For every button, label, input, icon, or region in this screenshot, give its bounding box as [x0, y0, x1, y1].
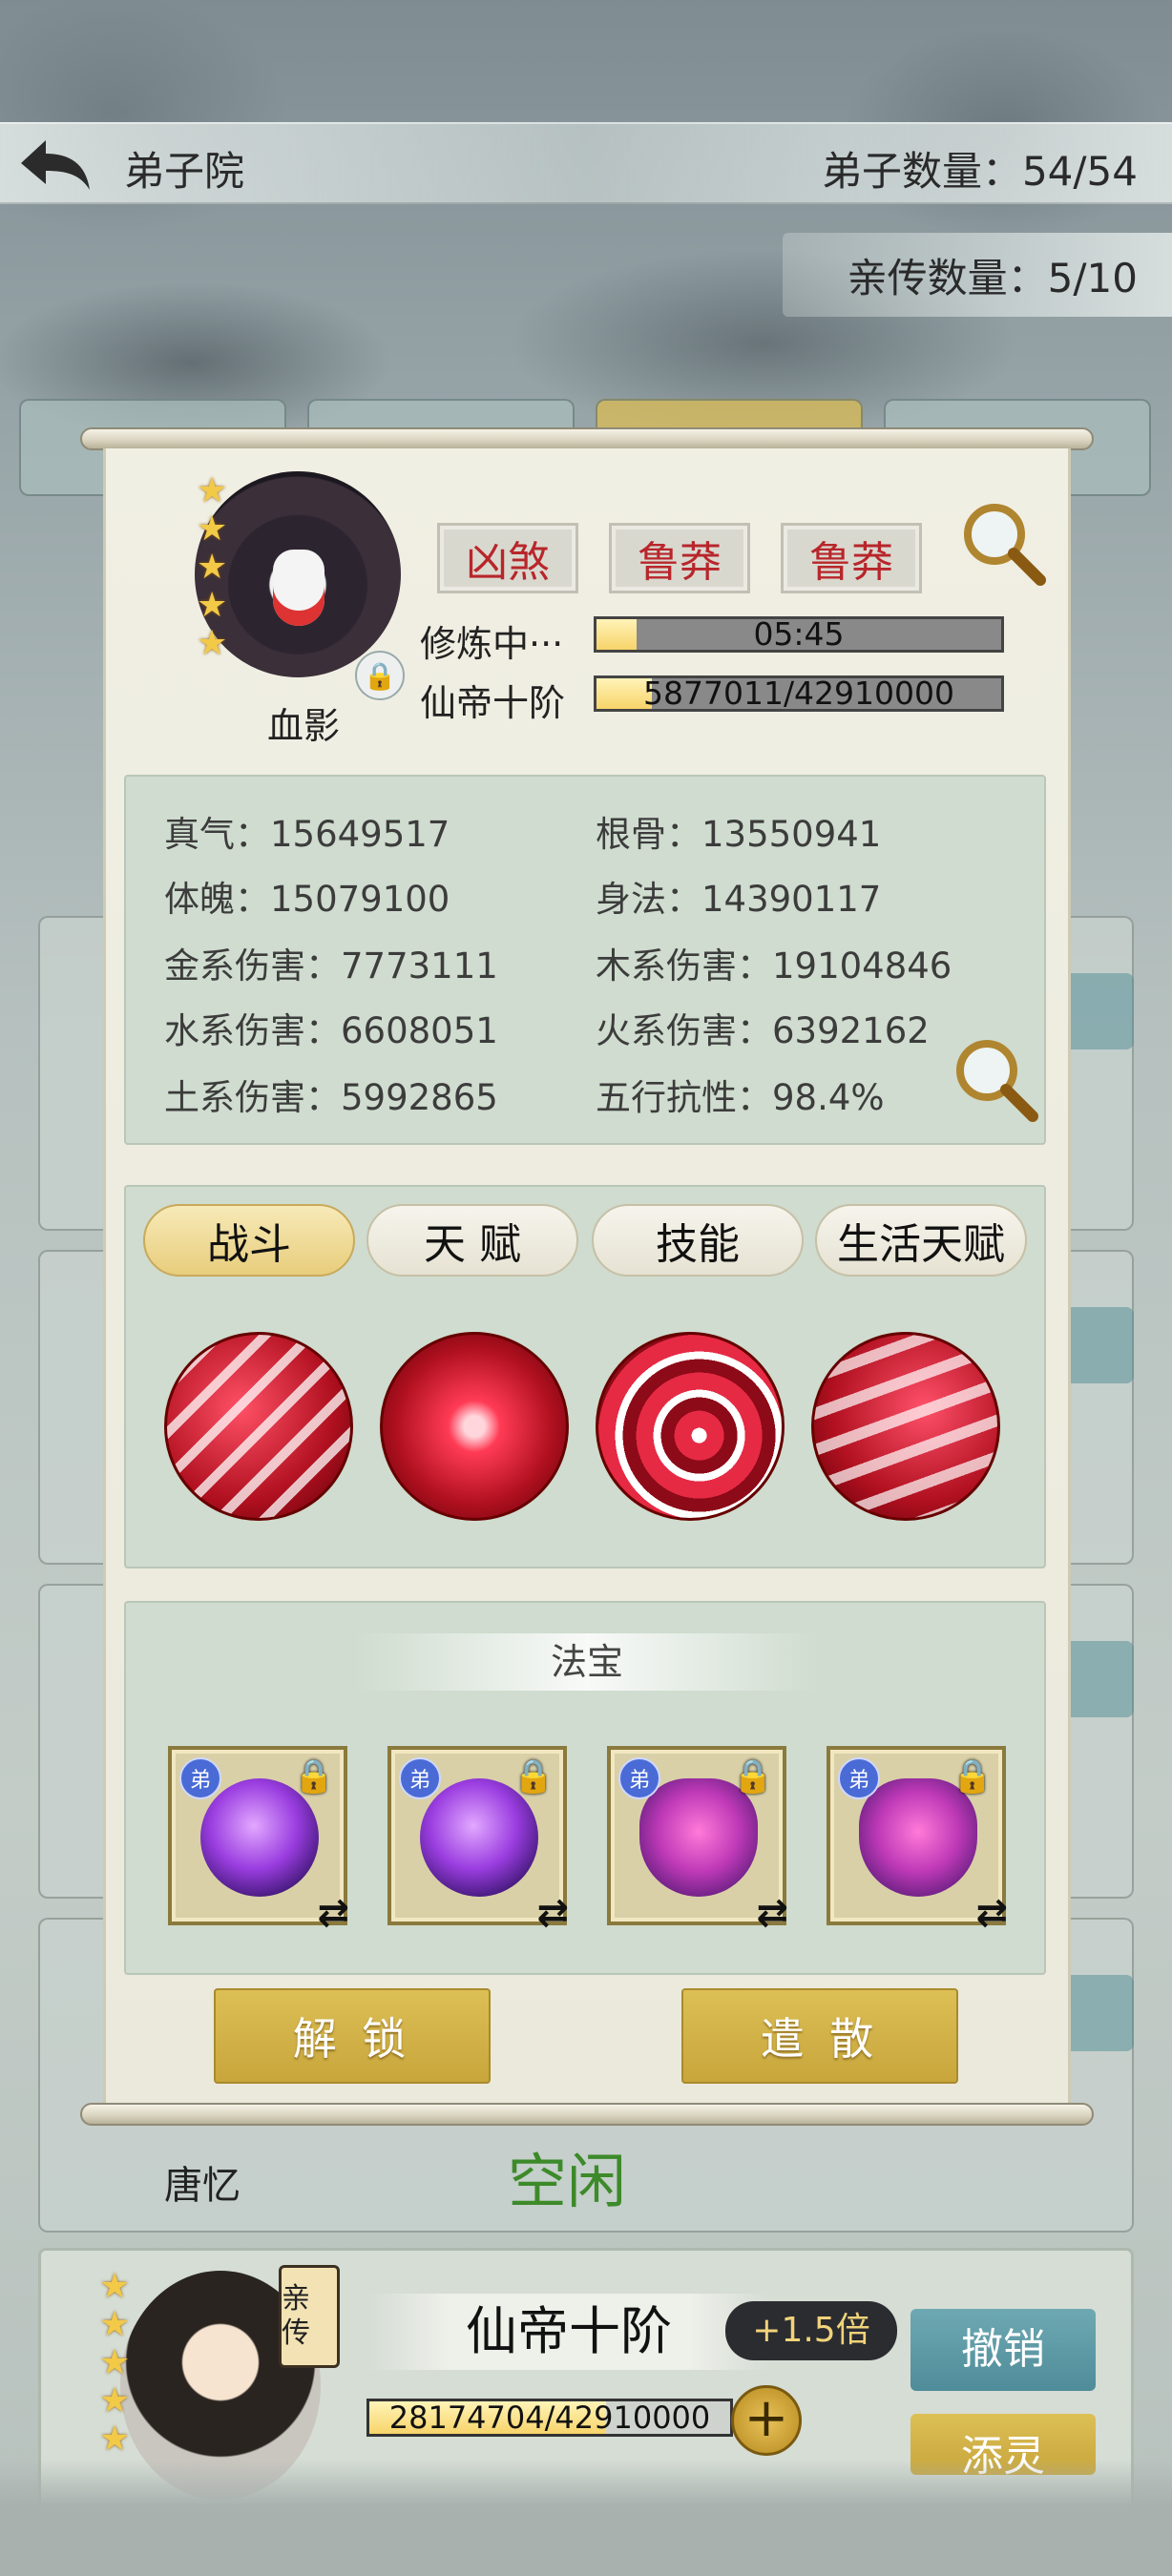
stat-earth-damage: 土系伤害：5992865: [164, 1077, 498, 1118]
treasure-slot[interactable]: 弟 🔒 ⇄: [827, 1746, 1008, 1935]
swap-icon[interactable]: ⇄: [975, 1891, 1008, 1935]
treasure-slot[interactable]: 弟 🔒 ⇄: [607, 1746, 788, 1935]
disciple-badge: 弟: [399, 1757, 441, 1799]
scroll-bottom-rod: [80, 2103, 1094, 2126]
lock-icon: 🔒: [732, 1757, 773, 1796]
fabao-title: 法宝: [353, 1633, 821, 1691]
magnifier-icon[interactable]: [958, 500, 1046, 588]
stat-wood-damage: 木系伤害：19104846: [596, 945, 952, 987]
star-icon: ★: [99, 2305, 131, 2344]
trait-badge[interactable]: 鲁莽: [781, 523, 922, 593]
treasure-vase-icon: [639, 1778, 758, 1897]
star-icon: ★: [99, 2420, 131, 2459]
peek-disciple-status: 空闲: [508, 2147, 627, 2216]
stat-qi: 真气：15649517: [164, 814, 450, 855]
stat-agility: 身法：14390117: [596, 879, 882, 920]
skill-icon[interactable]: [596, 1332, 785, 1521]
disciple-realm: 仙帝十阶: [368, 2294, 769, 2370]
star-icon: ★: [197, 471, 228, 510]
skill-icon[interactable]: [811, 1332, 1000, 1521]
star-icon: ★: [197, 624, 228, 663]
add-exp-button[interactable]: +: [731, 2385, 802, 2456]
lock-icon[interactable]: 🔒: [355, 651, 405, 700]
exp-text: 5877011/42910000: [642, 675, 955, 712]
disciple-badge: 弟: [179, 1757, 221, 1799]
scroll-top-rod: [80, 427, 1094, 450]
inner-disciple-count: 亲传数量：5/10: [847, 255, 1138, 301]
multiplier-badge: +1.5倍: [725, 2301, 897, 2360]
bottom-fade: [0, 2460, 1172, 2576]
tab-life-talent[interactable]: 生活天赋: [815, 1204, 1027, 1277]
treasure-vase-icon: [859, 1778, 977, 1897]
cultivation-timer-bar: 05:45: [594, 616, 1004, 653]
skill-icon[interactable]: [164, 1332, 353, 1521]
magnifier-icon[interactable]: [951, 1036, 1038, 1124]
disciple-badge: 弟: [838, 1757, 880, 1799]
lock-icon: 🔒: [513, 1757, 554, 1796]
dismiss-button[interactable]: 遣 散: [681, 1988, 958, 2084]
revoke-button[interactable]: 撤销: [910, 2309, 1096, 2391]
realm-label: 仙帝十阶: [420, 682, 566, 724]
treasure-orb-icon: [200, 1778, 319, 1897]
swap-icon[interactable]: ⇄: [536, 1891, 569, 1935]
exp-text: 28174704/42910000: [388, 2399, 711, 2436]
trait-badge[interactable]: 鲁莽: [609, 523, 750, 593]
trait-badge[interactable]: 凶煞: [437, 523, 578, 593]
inner-disciple-badge: 亲传: [279, 2265, 340, 2368]
disciple-badge: 弟: [618, 1757, 660, 1799]
character-name: 血影: [267, 705, 341, 747]
disciple-count: 弟子数量：54/54: [821, 148, 1138, 195]
timer-text: 05:45: [753, 615, 845, 653]
back-arrow-icon: [21, 140, 90, 190]
peek-disciple-name: 唐忆: [164, 2164, 241, 2208]
lock-icon: 🔒: [293, 1757, 334, 1796]
stat-water-damage: 水系伤害：6608051: [164, 1010, 498, 1051]
tab-skills[interactable]: 技能: [592, 1204, 804, 1277]
status-label: 修炼中···: [420, 623, 564, 665]
stat-elemental-resist: 五行抗性：98.4%: [596, 1077, 885, 1118]
swap-icon[interactable]: ⇄: [756, 1891, 788, 1935]
stat-bone: 根骨：13550941: [596, 814, 882, 855]
lock-icon: 🔒: [952, 1757, 993, 1796]
stat-physique: 体魄：15079100: [164, 879, 450, 920]
star-icon: ★: [197, 586, 228, 625]
unlock-button[interactable]: 解 锁: [214, 1988, 491, 2084]
disciple-exp-bar: 28174704/42910000: [366, 2399, 733, 2437]
star-rating: ★ ★ ★ ★ ★: [197, 473, 235, 662]
tab-battle[interactable]: 战斗: [143, 1204, 355, 1277]
tab-talent[interactable]: 天 赋: [366, 1204, 578, 1277]
star-rating: ★ ★ ★ ★ ★: [99, 2269, 137, 2458]
stat-fire-damage: 火系伤害：6392162: [596, 1010, 930, 1051]
star-icon: ★: [197, 548, 228, 587]
treasure-slot[interactable]: 弟 🔒 ⇄: [387, 1746, 569, 1935]
swap-icon[interactable]: ⇄: [317, 1891, 349, 1935]
exp-bar: 5877011/42910000: [594, 675, 1004, 712]
stat-metal-damage: 金系伤害：7773111: [164, 945, 498, 987]
skill-icon[interactable]: [380, 1332, 569, 1521]
page-title: 弟子院: [124, 148, 245, 195]
star-icon: ★: [99, 2381, 131, 2420]
treasure-orb-icon: [420, 1778, 538, 1897]
star-icon: ★: [197, 509, 228, 549]
back-button[interactable]: [13, 132, 97, 198]
top-bar: 弟子院 弟子数量：54/54: [0, 122, 1172, 204]
treasure-slot[interactable]: 弟 🔒 ⇄: [168, 1746, 349, 1935]
star-icon: ★: [99, 2343, 131, 2382]
star-icon: ★: [99, 2267, 131, 2306]
